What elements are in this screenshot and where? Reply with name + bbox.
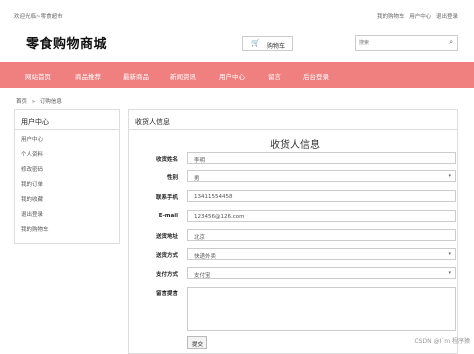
chevron-down-icon: ▾ xyxy=(448,251,451,257)
gender-value: 男 xyxy=(194,176,200,182)
nav-item-user-center[interactable]: 用户中心 xyxy=(219,71,245,81)
nav-item-new[interactable]: 最新商品 xyxy=(123,71,149,81)
field-label-delivery: 送货方式 xyxy=(155,253,178,259)
message-textarea[interactable] xyxy=(187,287,456,331)
cart-button[interactable]: 🛒 购物车 xyxy=(242,36,293,51)
cart-label: 购物车 xyxy=(267,43,286,50)
phone-field[interactable]: 13411554458 xyxy=(187,190,456,202)
nav-item-home[interactable]: 网站首页 xyxy=(25,71,51,81)
sidebar-item-profile[interactable]: 个人资料 xyxy=(21,150,43,158)
site-logo[interactable]: 零食购物商城 xyxy=(26,33,107,52)
welcome-text: 欢迎光临~零食超市 xyxy=(14,14,63,20)
cart-icon: 🛒 xyxy=(251,39,260,47)
logout-link[interactable]: 退出登录 xyxy=(436,14,458,20)
delivery-select[interactable]: 快递外卖 ▾ xyxy=(187,248,456,260)
sidebar-item-change-password[interactable]: 修改密码 xyxy=(21,165,43,173)
payment-value: 支付宝 xyxy=(194,273,211,279)
field-label-email: E-mail xyxy=(158,213,178,219)
user-center-link[interactable]: 用户中心 xyxy=(409,14,431,20)
breadcrumb: 首页 » 订购信息 xyxy=(16,97,65,105)
top-links: 我的购物车 用户中心 退出登录 xyxy=(374,12,458,20)
field-label-address: 送货地址 xyxy=(155,234,178,240)
form-title: 收货人信息 xyxy=(270,140,320,151)
breadcrumb-separator: » xyxy=(31,99,36,105)
sidebar-item-logout[interactable]: 退出登录 xyxy=(21,210,43,218)
watermark: CSDN @I`m 程序猿 xyxy=(414,338,470,345)
breadcrumb-current: 订购信息 xyxy=(39,99,62,105)
top-bar: 欢迎光临~零食超市 我的购物车 用户中心 退出登录 xyxy=(0,0,474,22)
sidebar-item-user-center[interactable]: 用户中心 xyxy=(21,135,43,143)
main-panel-title: 收货人信息 xyxy=(129,110,457,130)
nav-item-admin-login[interactable]: 后台登录 xyxy=(303,71,329,81)
field-label-gender: 性别 xyxy=(166,175,178,181)
nav-item-news[interactable]: 新闻资讯 xyxy=(170,71,196,81)
address-field[interactable]: 北京 xyxy=(187,229,456,241)
search-icon[interactable]: ⌕ xyxy=(449,38,453,47)
sidebar-item-cart[interactable]: 我的购物车 xyxy=(21,225,49,233)
sidebar-item-orders[interactable]: 我的订单 xyxy=(21,180,43,188)
field-label-payment: 支付方式 xyxy=(155,272,178,278)
payment-select[interactable]: 支付宝 ▾ xyxy=(187,267,456,279)
name-field[interactable]: 李明 xyxy=(187,152,456,164)
nav-item-message[interactable]: 留言 xyxy=(268,71,281,81)
submit-button[interactable]: 提交 xyxy=(187,336,207,349)
breadcrumb-home[interactable]: 首页 xyxy=(16,99,27,105)
main-nav: 网站首页 商品推荐 最新商品 新闻资讯 用户中心 留言 后台登录 xyxy=(0,62,474,88)
field-label-name: 收货姓名 xyxy=(155,157,178,163)
gender-select[interactable]: 男 ▾ xyxy=(187,170,456,182)
sidebar: 用户中心 用户中心 个人资料 修改密码 我的订单 我的收藏 退出登录 我的购物车 xyxy=(14,109,120,244)
sidebar-title: 用户中心 xyxy=(15,110,119,130)
search-box: ⌕ xyxy=(355,35,458,51)
chevron-down-icon: ▾ xyxy=(448,270,451,276)
nav-item-recommend[interactable]: 商品推荐 xyxy=(75,71,101,81)
chevron-down-icon: ▾ xyxy=(448,173,451,179)
sidebar-item-favorites[interactable]: 我的收藏 xyxy=(21,195,43,203)
my-cart-link[interactable]: 我的购物车 xyxy=(377,14,405,20)
delivery-value: 快递外卖 xyxy=(194,254,217,260)
search-input[interactable] xyxy=(359,38,441,48)
field-label-message: 留言提言 xyxy=(155,291,178,297)
field-label-phone: 联系手机 xyxy=(155,195,178,201)
email-field[interactable]: 123456@126.com xyxy=(187,210,456,222)
